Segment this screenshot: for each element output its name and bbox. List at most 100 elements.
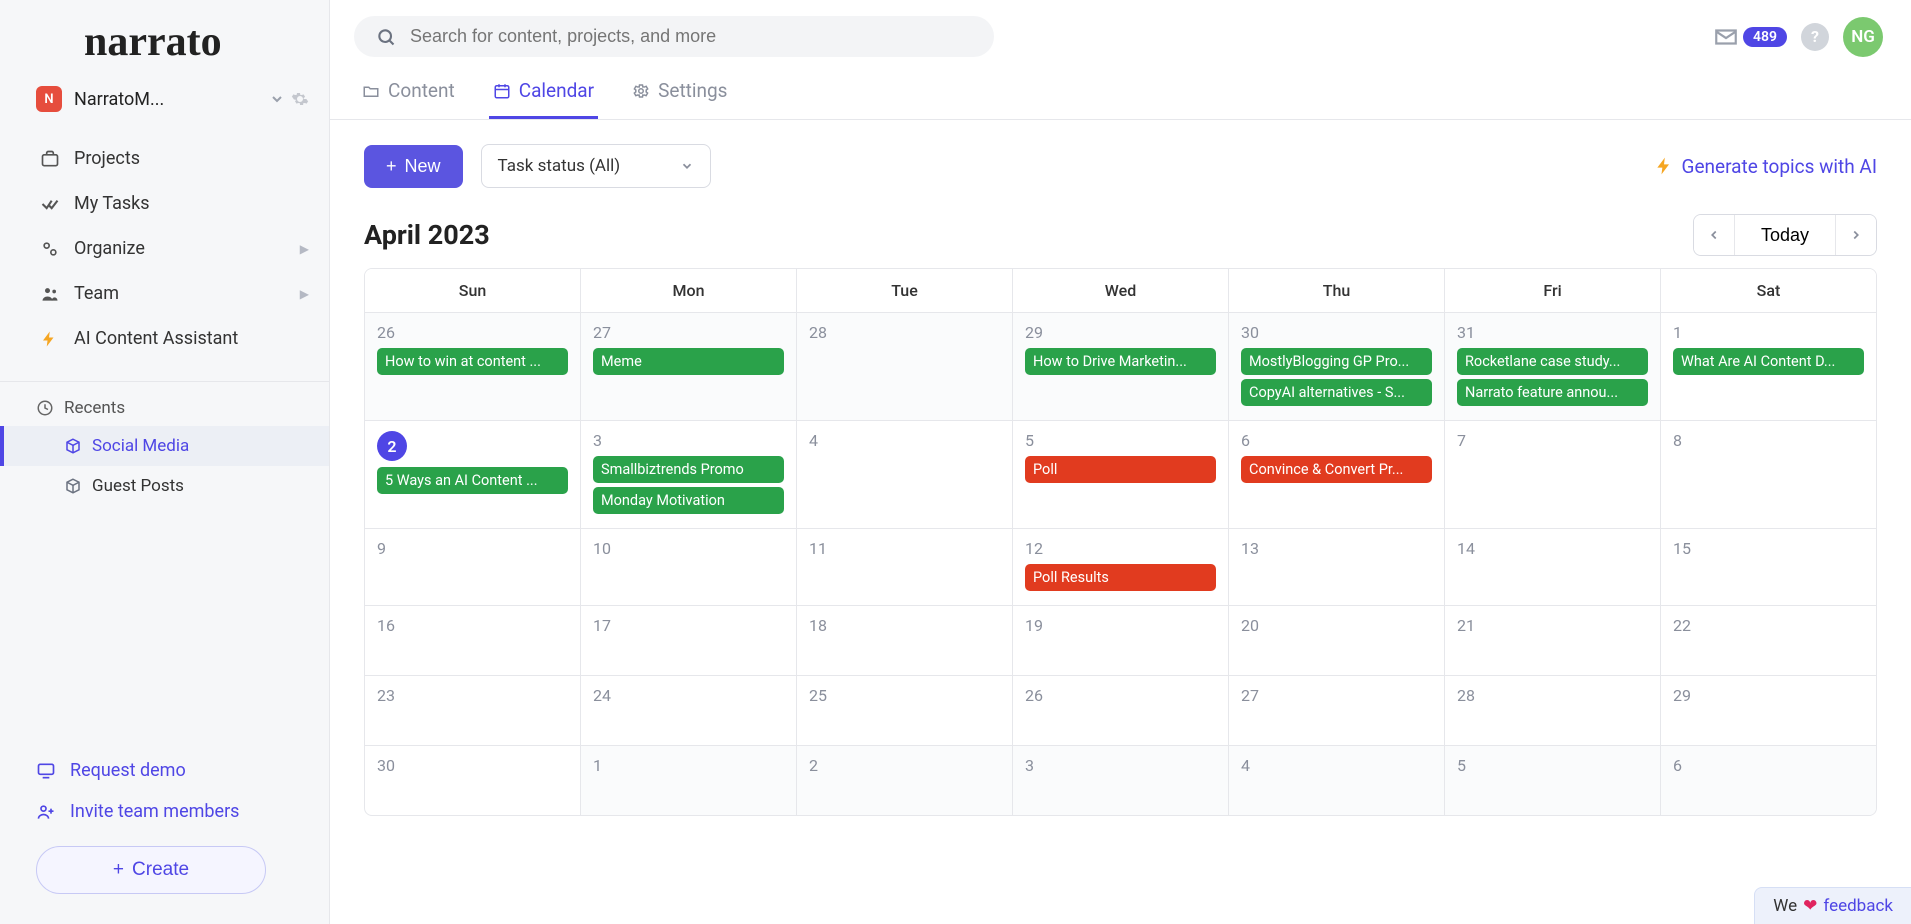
sidebar-item-mytasks[interactable]: My Tasks	[0, 181, 329, 226]
calendar-cell[interactable]: 6Convince & Convert Pr...	[1229, 420, 1445, 528]
calendar-cell[interactable]: 28	[1445, 675, 1661, 745]
calendar-next-button[interactable]	[1836, 215, 1876, 255]
calendar-cell[interactable]: 12Poll Results	[1013, 528, 1229, 605]
calendar-cell[interactable]: 19	[1013, 605, 1229, 675]
calendar-cell[interactable]: 21	[1445, 605, 1661, 675]
calendar-cell[interactable]: 25	[797, 675, 1013, 745]
calendar-cell[interactable]: 4	[1229, 745, 1445, 815]
calendar-event[interactable]: Smallbiztrends Promo	[593, 456, 784, 483]
calendar-event[interactable]: Narrato feature annou...	[1457, 379, 1648, 406]
calendar-cell[interactable]: 4	[797, 420, 1013, 528]
help-icon[interactable]: ?	[1801, 23, 1829, 51]
calendar-cell[interactable]: 1What Are AI Content D...	[1661, 312, 1876, 420]
calendar-cell[interactable]: 3	[1013, 745, 1229, 815]
avatar[interactable]: NG	[1843, 17, 1883, 57]
notifications[interactable]: 489	[1713, 24, 1787, 50]
recents-label: Recents	[64, 398, 125, 418]
calendar-cell[interactable]: 26How to win at content ...	[365, 312, 581, 420]
workspace-name: NarratoM...	[74, 89, 263, 110]
calendar-event[interactable]: Monday Motivation	[593, 487, 784, 514]
calendar-cell[interactable]: 17	[581, 605, 797, 675]
task-status-filter[interactable]: Task status (All)	[481, 144, 711, 188]
bolt-icon	[1654, 156, 1674, 176]
calendar-day-number: 27	[1241, 686, 1432, 705]
calendar-cell[interactable]: 6	[1661, 745, 1876, 815]
calendar-today-button[interactable]: Today	[1734, 215, 1836, 255]
recent-item-social-media[interactable]: Social Media	[0, 426, 329, 466]
calendar-event[interactable]: Poll	[1025, 456, 1216, 483]
recent-item-guest-posts[interactable]: Guest Posts	[0, 466, 329, 506]
tab-calendar[interactable]: Calendar	[489, 69, 598, 119]
calendar-day-number: 28	[809, 323, 1000, 342]
notification-count: 489	[1743, 27, 1787, 47]
calendar-grid: SunMonTueWedThuFriSat 26How to win at co…	[364, 268, 1877, 816]
calendar-cell[interactable]: 1	[581, 745, 797, 815]
clock-icon	[36, 399, 54, 417]
tab-settings[interactable]: Settings	[628, 69, 731, 119]
calendar-cell[interactable]: 14	[1445, 528, 1661, 605]
calendar-cell[interactable]: 30	[365, 745, 581, 815]
calendar-cell[interactable]: 22	[1661, 605, 1876, 675]
calendar-cell[interactable]: 3Smallbiztrends PromoMonday Motivation	[581, 420, 797, 528]
calendar-cell[interactable]: 7	[1445, 420, 1661, 528]
calendar-cell[interactable]: 18	[797, 605, 1013, 675]
calendar-cell[interactable]: 10	[581, 528, 797, 605]
calendar-cell[interactable]: 13	[1229, 528, 1445, 605]
calendar-event[interactable]: Poll Results	[1025, 564, 1216, 591]
workspace-switcher[interactable]: N NarratoM...	[0, 76, 329, 130]
calendar-cell[interactable]: 11	[797, 528, 1013, 605]
calendar-cell[interactable]: 2	[797, 745, 1013, 815]
search-input[interactable]	[410, 26, 972, 47]
calendar-prev-button[interactable]	[1694, 215, 1734, 255]
calendar-cell[interactable]: 5	[1445, 745, 1661, 815]
calendar-cell[interactable]: 27	[1229, 675, 1445, 745]
calendar-day-number: 2	[809, 756, 1000, 775]
chevron-down-icon[interactable]	[269, 91, 285, 107]
calendar-event[interactable]: How to win at content ...	[377, 348, 568, 375]
brand-logo[interactable]: narrato	[0, 14, 329, 76]
calendar-event[interactable]: What Are AI Content D...	[1673, 348, 1864, 375]
calendar-cell[interactable]: 24	[581, 675, 797, 745]
calendar-cell[interactable]: 29How to Drive Marketin...	[1013, 312, 1229, 420]
calendar-cell[interactable]: 16	[365, 605, 581, 675]
calendar-cell[interactable]: 8	[1661, 420, 1876, 528]
calendar-cell[interactable]: 31Rocketlane case study...Narrato featur…	[1445, 312, 1661, 420]
generate-topics-link[interactable]: Generate topics with AI	[1654, 155, 1877, 178]
calendar-cell[interactable]: 23	[365, 675, 581, 745]
search-box[interactable]	[354, 16, 994, 57]
request-demo-link[interactable]: Request demo	[36, 750, 293, 791]
calendar-event[interactable]: Rocketlane case study...	[1457, 348, 1648, 375]
sidebar-item-organize[interactable]: Organize ▶	[0, 226, 329, 271]
calendar-cell[interactable]: 27Meme	[581, 312, 797, 420]
calendar-event[interactable]: How to Drive Marketin...	[1025, 348, 1216, 375]
calendar-day-number: 26	[1025, 686, 1216, 705]
new-button[interactable]: + New	[364, 145, 463, 188]
create-button[interactable]: + Create	[36, 846, 266, 894]
calendar-day-number: 22	[1673, 616, 1864, 635]
calendar-cell[interactable]: 20	[1229, 605, 1445, 675]
workspace-badge: N	[36, 86, 62, 112]
calendar-event[interactable]: Meme	[593, 348, 784, 375]
feedback-widget[interactable]: We ❤ feedback	[1754, 887, 1911, 924]
calendar-cell[interactable]: 25 Ways an AI Content ...	[365, 420, 581, 528]
calendar-day-number: 28	[1457, 686, 1648, 705]
feedback-we: We	[1773, 896, 1797, 916]
calendar-cell[interactable]: 26	[1013, 675, 1229, 745]
calendar-cell[interactable]: 30MostlyBlogging GP Pro...CopyAI alterna…	[1229, 312, 1445, 420]
gear-icon[interactable]	[291, 90, 309, 108]
calendar-cell[interactable]: 15	[1661, 528, 1876, 605]
chevron-right-icon: ▶	[300, 242, 309, 256]
calendar-cell[interactable]: 28	[797, 312, 1013, 420]
calendar-event[interactable]: 5 Ways an AI Content ...	[377, 467, 568, 494]
sidebar-item-ai-assistant[interactable]: AI Content Assistant	[0, 316, 329, 361]
calendar-cell[interactable]: 29	[1661, 675, 1876, 745]
calendar-event[interactable]: Convince & Convert Pr...	[1241, 456, 1432, 483]
tab-content[interactable]: Content	[358, 69, 459, 119]
calendar-cell[interactable]: 9	[365, 528, 581, 605]
calendar-event[interactable]: CopyAI alternatives - S...	[1241, 379, 1432, 406]
invite-team-link[interactable]: Invite team members	[36, 791, 293, 832]
calendar-cell[interactable]: 5Poll	[1013, 420, 1229, 528]
calendar-event[interactable]: MostlyBlogging GP Pro...	[1241, 348, 1432, 375]
sidebar-item-team[interactable]: Team ▶	[0, 271, 329, 316]
sidebar-item-projects[interactable]: Projects	[0, 136, 329, 181]
